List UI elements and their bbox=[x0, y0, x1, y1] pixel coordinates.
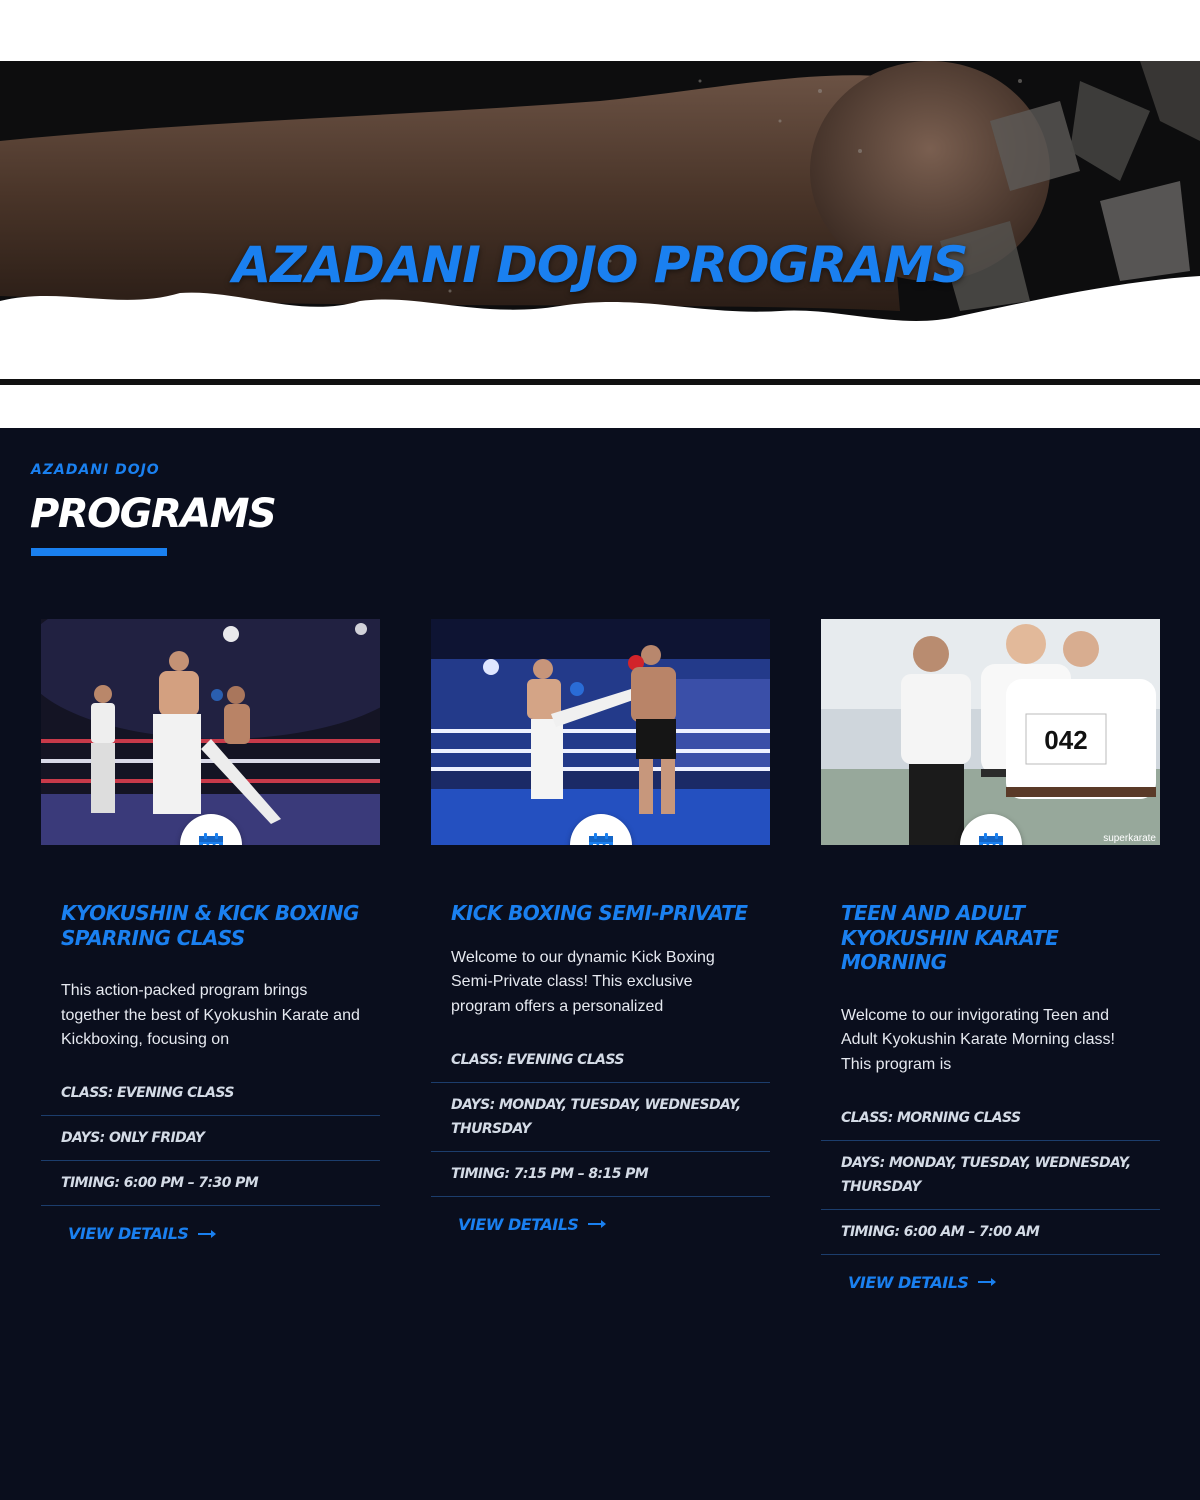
program-days: DAYS: MONDAY, TUESDAY, WEDNESDAY, THURSD… bbox=[821, 1141, 1160, 1210]
view-details-label: VIEW DETAILS bbox=[458, 1214, 579, 1234]
program-days: DAYS: ONLY FRIDAY bbox=[41, 1116, 380, 1161]
section-eyebrow: AZADANI DOJO bbox=[31, 462, 160, 478]
program-description: Welcome to our invigorating Teen and Adu… bbox=[841, 1006, 1115, 1073]
hero-title: AZADANI DOJO PROGRAMS bbox=[232, 236, 969, 294]
view-details-label: VIEW DETAILS bbox=[68, 1224, 189, 1243]
program-photo bbox=[431, 619, 770, 845]
photo-watermark: superkarate bbox=[1103, 833, 1156, 844]
program-title-link[interactable]: KYOKUSHIN & KICK BOXING SPARRING CLASS bbox=[61, 901, 360, 950]
program-class: CLASS: EVENING CLASS bbox=[41, 1070, 380, 1116]
view-details-link[interactable]: VIEW DETAILS bbox=[458, 1214, 607, 1234]
program-photo: 042 superkarate bbox=[821, 619, 1160, 845]
program-image-link[interactable] bbox=[431, 619, 770, 845]
program-card: 042 superkarate TEEN AND ADULT KYOKUSHIN… bbox=[821, 619, 1160, 1293]
arrow-right-icon bbox=[198, 1229, 217, 1238]
program-description: Welcome to our dynamic Kick Boxing Semi-… bbox=[451, 948, 715, 1015]
program-meta-list: CLASS: MORNING CLASS DAYS: MONDAY, TUESD… bbox=[821, 1095, 1160, 1255]
program-description: This action-packed program brings togeth… bbox=[61, 982, 360, 1048]
program-class: CLASS: MORNING CLASS bbox=[821, 1095, 1160, 1141]
program-class: CLASS: EVENING CLASS bbox=[431, 1037, 770, 1083]
section-title: PROGRAMS bbox=[30, 491, 277, 537]
program-card: KICK BOXING SEMI-PRIVATE Welcome to our … bbox=[431, 619, 770, 1235]
calendar-icon bbox=[199, 833, 223, 845]
view-details-link[interactable]: VIEW DETAILS bbox=[68, 1224, 217, 1243]
program-title-link[interactable]: KICK BOXING SEMI-PRIVATE bbox=[451, 901, 750, 926]
program-meta-list: CLASS: EVENING CLASS DAYS: ONLY FRIDAY T… bbox=[41, 1070, 380, 1206]
bib-number: 042 bbox=[1044, 725, 1087, 755]
program-image-link[interactable]: 042 superkarate bbox=[821, 619, 1160, 845]
program-timing: TIMING: 6:00 PM – 7:30 PM bbox=[41, 1161, 380, 1206]
program-timing: TIMING: 7:15 PM – 8:15 PM bbox=[431, 1152, 770, 1197]
program-image-link[interactable] bbox=[41, 619, 380, 845]
program-photo bbox=[41, 619, 380, 845]
hero-banner: AZADANI DOJO PROGRAMS bbox=[0, 61, 1200, 389]
arrow-right-icon bbox=[588, 1220, 607, 1228]
program-card: KYOKUSHIN & KICK BOXING SPARRING CLASS T… bbox=[41, 619, 380, 1244]
program-timing: TIMING: 6:00 AM – 7:00 AM bbox=[821, 1210, 1160, 1255]
calendar-icon bbox=[979, 833, 1003, 845]
title-underline bbox=[31, 548, 167, 556]
programs-section: AZADANI DOJO PROGRAMS KYOKUSHIN & KICK B… bbox=[0, 428, 1200, 1500]
program-meta-list: CLASS: EVENING CLASS DAYS: MONDAY, TUESD… bbox=[431, 1037, 770, 1197]
program-title-link[interactable]: TEEN AND ADULT KYOKUSHIN KARATE MORNING bbox=[841, 901, 1140, 975]
arrow-right-icon bbox=[978, 1278, 997, 1286]
view-details-link[interactable]: VIEW DETAILS bbox=[848, 1272, 997, 1292]
view-details-label: VIEW DETAILS bbox=[848, 1272, 969, 1292]
hero-background-image bbox=[0, 61, 1200, 389]
program-days: DAYS: MONDAY, TUESDAY, WEDNESDAY, THURSD… bbox=[431, 1083, 770, 1152]
calendar-icon bbox=[589, 833, 613, 845]
